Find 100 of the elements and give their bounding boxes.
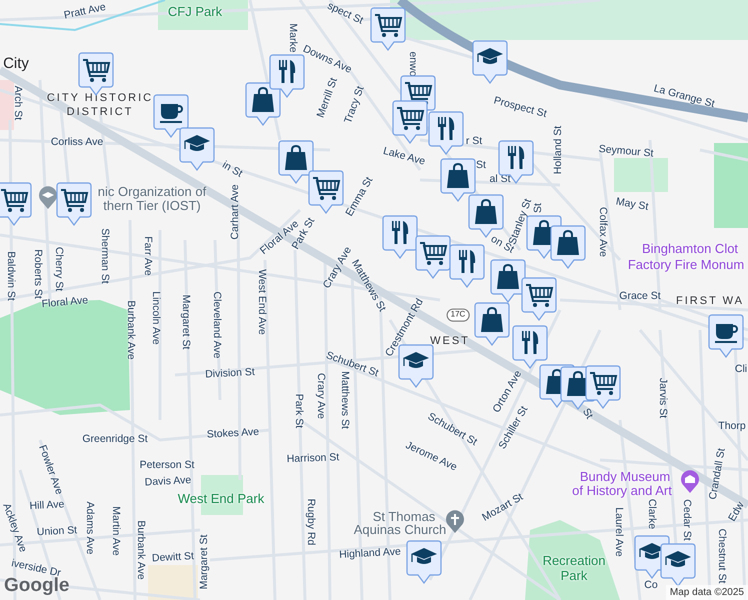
store-marker[interactable] <box>585 365 621 409</box>
cafe-marker[interactable] <box>153 94 189 138</box>
street-label: St <box>580 406 594 422</box>
street-label: Cherry St <box>52 246 64 292</box>
street-label: Harrison St <box>286 452 340 466</box>
street-label: enwo <box>406 51 418 77</box>
street-label: St <box>533 203 545 213</box>
fork-knife-icon <box>522 331 538 354</box>
school-pin-icon <box>38 186 58 210</box>
shopping-cart-icon <box>1 189 28 212</box>
street-label: in St <box>220 160 244 180</box>
street-label: Corliss Ave <box>50 137 104 149</box>
coffee-cup-icon <box>160 104 183 123</box>
street-label: Burbank Ave <box>134 520 146 580</box>
shopping-cart-icon <box>313 177 340 200</box>
fork-knife-icon <box>438 117 454 140</box>
street-label: St <box>476 160 486 172</box>
street-label: Rugby Rd <box>304 498 316 546</box>
graduation-cap-icon <box>477 48 503 64</box>
landmark-label: of History and Art <box>572 484 672 498</box>
street-label: May St <box>614 196 650 214</box>
store-marker[interactable] <box>521 277 557 321</box>
street-label: Fowler Ave <box>36 444 64 496</box>
street-label: Union St <box>36 525 78 539</box>
street-label: La Grange St <box>652 83 716 111</box>
fork-knife-icon <box>392 221 408 244</box>
street-label: Ackley Ave <box>0 502 28 554</box>
shopping-bag-icon <box>475 199 497 224</box>
route-shield: 17C <box>446 308 470 322</box>
store-marker[interactable] <box>0 182 32 226</box>
church-pin-icon <box>445 510 465 534</box>
street-label: Matthews St <box>338 371 350 429</box>
street-label: Peterson St <box>140 460 194 472</box>
street-label: Carhart Ave <box>230 184 242 240</box>
street-label: Burbank Ave <box>124 300 136 360</box>
street-label: Merrill St <box>316 76 340 120</box>
street-label: Margaret St <box>199 534 211 590</box>
place-label: Aquinas Church <box>354 522 446 538</box>
store-marker[interactable] <box>56 182 92 226</box>
shop-marker[interactable] <box>278 140 314 184</box>
landmark-label: Bundy Museum <box>580 470 670 484</box>
shopping-bag-icon <box>447 163 469 188</box>
restaurant-marker[interactable] <box>449 244 485 288</box>
street-label: Farr Ave <box>141 236 153 276</box>
shopping-bag-icon <box>557 230 579 255</box>
school-marker[interactable] <box>660 543 696 587</box>
restaurant-marker[interactable] <box>269 54 305 98</box>
restaurant-marker[interactable] <box>512 325 548 369</box>
store-marker[interactable] <box>308 170 344 214</box>
street-label: Adams Ave <box>83 502 95 554</box>
street-label: Holland St <box>553 126 565 174</box>
district-label: CITY HISTORIC <box>46 92 154 104</box>
school-marker[interactable] <box>179 127 215 171</box>
landmark-label: Factory Fire Monum <box>628 258 744 272</box>
street-label: Sherman St <box>98 228 110 284</box>
street-label: Chestnut St <box>715 528 727 584</box>
cafe-marker[interactable] <box>708 314 744 358</box>
shopping-cart-icon <box>405 82 432 105</box>
street-label: Arch St <box>11 86 23 120</box>
street-label: spect St <box>325 0 365 28</box>
street-label: Co <box>644 580 658 592</box>
shopping-cart-icon <box>83 59 110 82</box>
street-label: Cleveland Ave <box>210 292 222 358</box>
street-label: Martin Ave <box>109 506 121 556</box>
street-label: Hill Ave <box>29 499 65 513</box>
attribution-text: Map data ©2025 <box>666 585 748 600</box>
restaurant-marker[interactable] <box>382 215 418 259</box>
shop-marker[interactable] <box>245 82 281 126</box>
shop-marker[interactable] <box>440 158 476 202</box>
restaurant-marker[interactable] <box>428 111 464 155</box>
place-label: St Thomas <box>372 510 436 524</box>
street-label: Laurel Ave <box>612 507 624 557</box>
shop-marker[interactable] <box>490 259 526 303</box>
store-marker[interactable] <box>370 7 406 51</box>
street-label: West End Ave <box>255 269 267 335</box>
street-label: Crandall St <box>708 447 728 501</box>
shopping-cart-icon <box>375 14 402 37</box>
place-label: thern Tier (IOST) <box>103 198 201 214</box>
street-label: Margaret St <box>179 294 191 350</box>
shopping-cart-icon <box>526 284 554 307</box>
park-area <box>614 158 668 192</box>
street-label: Prospect St <box>492 95 548 121</box>
shopping-cart-icon <box>590 372 618 395</box>
shopping-bag-icon <box>481 307 503 332</box>
store-marker[interactable] <box>415 235 451 279</box>
shop-marker[interactable] <box>550 225 586 269</box>
street-label: Baldwin St <box>4 251 16 301</box>
street-label: Dewitt St <box>152 551 194 565</box>
school-marker[interactable] <box>406 540 442 584</box>
shop-marker[interactable] <box>474 302 510 346</box>
park-label: Park <box>560 568 588 584</box>
restaurant-marker[interactable] <box>498 140 534 184</box>
street-label: Pratt Ave <box>63 2 107 22</box>
graduation-cap-icon <box>411 548 437 564</box>
school-marker[interactable] <box>472 40 508 84</box>
street-label: Thorp <box>718 421 746 433</box>
park-label: CFJ Park <box>168 4 222 20</box>
shop-marker[interactable] <box>468 194 504 238</box>
street-label: r St <box>466 136 482 148</box>
store-marker[interactable] <box>392 100 428 144</box>
